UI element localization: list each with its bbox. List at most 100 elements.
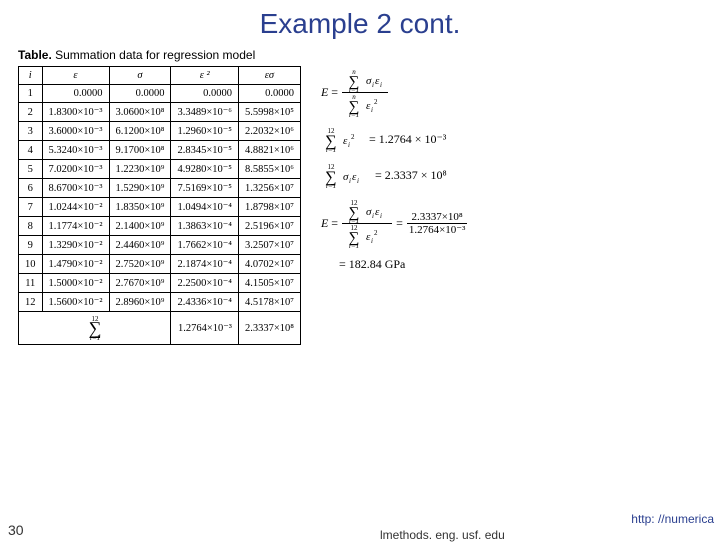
table-cell: 2.8345×10⁻⁵: [171, 141, 239, 160]
table-cell: 2.7520×10⁹: [109, 255, 171, 274]
table-row: 101.4790×10⁻²2.7520×10⁹2.1874×10⁻⁴4.0702…: [19, 255, 301, 274]
table-row: 111.5000×10⁻²2.7670×10⁹2.2500×10⁻⁴4.1505…: [19, 274, 301, 293]
sum-label-cell: 12 ∑ i=1: [19, 312, 171, 345]
table-cell: 3.0600×10⁸: [109, 103, 171, 122]
table-cell: 1: [19, 85, 43, 103]
table-cell: 8.6700×10⁻³: [42, 179, 109, 198]
table-row: 33.6000×10⁻³6.1200×10⁸1.2960×10⁻⁵2.2032×…: [19, 122, 301, 141]
caption-bold: Table.: [18, 48, 52, 62]
table-cell: 1.5290×10⁹: [109, 179, 171, 198]
table-cell: 1.2230×10⁹: [109, 160, 171, 179]
table-row: 45.3240×10⁻³9.1700×10⁸2.8345×10⁻⁵4.8821×…: [19, 141, 301, 160]
table-cell: 3.6000×10⁻³: [42, 122, 109, 141]
table-cell: 0.0000: [238, 85, 300, 103]
svg-text:2: 2: [374, 98, 378, 106]
table-row: 68.6700×10⁻³1.5290×10⁹7.5169×10⁻⁵1.3256×…: [19, 179, 301, 198]
table-cell: 2: [19, 103, 43, 122]
table-cell: 3.2507×10⁷: [238, 236, 300, 255]
table-cell: 5.3240×10⁻³: [42, 141, 109, 160]
table-cell: 4.9280×10⁻⁵: [171, 160, 239, 179]
header-epssig: εσ: [238, 67, 300, 85]
sum-eps2: 1.2764×10⁻³: [171, 312, 239, 345]
equation-sum-eps2: 12 ∑ i=1 ε i 2 = 1.2764 × 10⁻³: [321, 127, 467, 153]
table-cell: 2.2500×10⁻⁴: [171, 274, 239, 293]
table-row: 57.0200×10⁻³1.2230×10⁹4.9280×10⁻⁵8.5855×…: [19, 160, 301, 179]
sigma-icon: 12 ∑ i=1: [77, 315, 113, 341]
svg-text:i: i: [380, 212, 382, 220]
svg-text:i: i: [380, 81, 382, 89]
fraction: n ∑ i=1 σ i ε i n ∑ i=1 ε: [342, 68, 388, 117]
eq-lhs: E =: [321, 86, 338, 99]
fraction: 12 ∑ i=1 σ i ε i 12 ∑ i=1 ε: [342, 199, 392, 248]
svg-text:i: i: [372, 81, 374, 89]
table-cell: 7: [19, 198, 43, 217]
table-cell: 1.3256×10⁷: [238, 179, 300, 198]
table-cell: 4: [19, 141, 43, 160]
table-row: 91.3290×10⁻²2.4460×10⁹1.7662×10⁻⁴3.2507×…: [19, 236, 301, 255]
table-cell: 1.0494×10⁻⁴: [171, 198, 239, 217]
svg-text:i=1: i=1: [349, 242, 359, 248]
table-row: 121.5600×10⁻²2.8960×10⁹2.4336×10⁻⁴4.5178…: [19, 293, 301, 312]
svg-text:i=1: i=1: [349, 111, 359, 117]
caption-text: Summation data for regression model: [52, 48, 255, 62]
table-cell: 5: [19, 160, 43, 179]
svg-text:i=1: i=1: [326, 182, 336, 189]
svg-text:i: i: [371, 237, 373, 245]
table-cell: 1.1774×10⁻²: [42, 217, 109, 236]
sigma-icon: n ∑ i=1 ε i 2: [344, 93, 386, 117]
eq2-value: = 1.2764 × 10⁻³: [369, 133, 446, 146]
table-cell: 7.5169×10⁻⁵: [171, 179, 239, 198]
svg-text:i: i: [372, 212, 374, 220]
equation-E-result: = 182.84 GPa: [321, 258, 467, 271]
equations-block: E = n ∑ i=1 σ i ε i n: [321, 68, 467, 271]
table-cell: 3.3489×10⁻⁶: [171, 103, 239, 122]
svg-text:2: 2: [351, 133, 355, 141]
header-eps2: ε ²: [171, 67, 239, 85]
table-cell: 1.8798×10⁷: [238, 198, 300, 217]
table-cell: 4.5178×10⁷: [238, 293, 300, 312]
sigma-icon: 12 ∑ i=1 ε i 2: [344, 224, 390, 248]
table-cell: 1.3863×10⁻⁴: [171, 217, 239, 236]
table-cell: 2.1874×10⁻⁴: [171, 255, 239, 274]
table-cell: 10: [19, 255, 43, 274]
table-cell: 0.0000: [42, 85, 109, 103]
table-cell: 1.7662×10⁻⁴: [171, 236, 239, 255]
header-i: i: [19, 67, 43, 85]
svg-text:i=1: i=1: [326, 146, 336, 153]
svg-text:2: 2: [374, 229, 378, 237]
svg-text:i: i: [349, 177, 351, 185]
table-row: 10.00000.00000.00000.0000: [19, 85, 301, 103]
header-eps: ε: [42, 67, 109, 85]
equation-E-definition: E = n ∑ i=1 σ i ε i n: [321, 68, 467, 117]
sigma-icon: 12 ∑ i=1 ε i 2: [321, 127, 365, 153]
table-cell: 3: [19, 122, 43, 141]
table-cell: 2.7670×10⁹: [109, 274, 171, 293]
eq4-equals: =: [396, 217, 403, 230]
table-cell: 0.0000: [109, 85, 171, 103]
sum-prod: 2.3337×10⁸: [238, 312, 300, 345]
table-cell: 2.5196×10⁷: [238, 217, 300, 236]
slide-number: 30: [8, 522, 24, 538]
table-cell: 11: [19, 274, 43, 293]
table-cell: 0.0000: [171, 85, 239, 103]
table-row: 71.0244×10⁻²1.8350×10⁹1.0494×10⁻⁴1.8798×…: [19, 198, 301, 217]
table-caption: Table. Summation data for regression mod…: [18, 48, 720, 62]
table-cell: 6: [19, 179, 43, 198]
table-row: 21.8300×10⁻³3.0600×10⁸3.3489×10⁻⁶5.5998×…: [19, 103, 301, 122]
footer-link: http: //numerica: [631, 512, 714, 526]
table-cell: 4.1505×10⁷: [238, 274, 300, 293]
table-cell: 12: [19, 293, 43, 312]
table-cell: 1.5600×10⁻²: [42, 293, 109, 312]
table-cell: 1.4790×10⁻²: [42, 255, 109, 274]
svg-text:i: i: [357, 177, 359, 185]
table-cell: 2.2032×10⁶: [238, 122, 300, 141]
sigma-icon: 12 ∑ i=1 σ i ε i: [344, 199, 390, 223]
svg-text:i: i: [348, 141, 350, 149]
table-cell: 4.0702×10⁷: [238, 255, 300, 274]
svg-text:i=1: i=1: [90, 334, 100, 341]
table-cell: 8.5855×10⁶: [238, 160, 300, 179]
table-cell: 7.0200×10⁻³: [42, 160, 109, 179]
sigma-icon: n ∑ i=1 σ i ε i: [344, 68, 386, 92]
table-cell: 2.4336×10⁻⁴: [171, 293, 239, 312]
table-cell: 8: [19, 217, 43, 236]
